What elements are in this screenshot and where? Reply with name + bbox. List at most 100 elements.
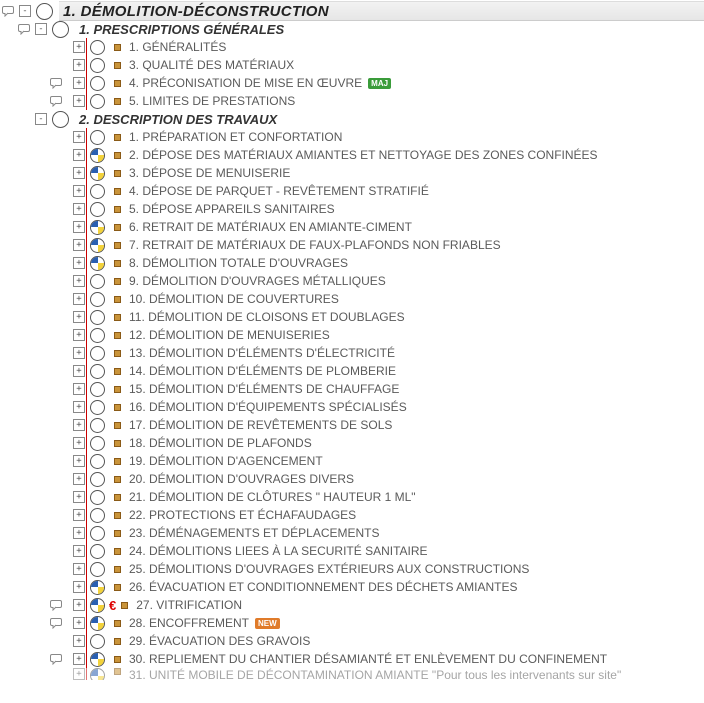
status-circle-icon <box>90 382 105 397</box>
tree-item-row[interactable]: +15. DÉMOLITION D'ÉLÉMENTS DE CHAUFFAGE <box>0 380 704 398</box>
tree-item-row[interactable]: +1. PRÉPARATION ET CONFORTATION <box>0 128 704 146</box>
bullet-icon <box>114 494 121 501</box>
tree-item-row[interactable]: +5. LIMITES DE PRESTATIONS <box>0 92 704 110</box>
tree-item-row[interactable]: +11. DÉMOLITION DE CLOISONS ET DOUBLAGES <box>0 308 704 326</box>
tree-item-row[interactable]: +14. DÉMOLITION D'ÉLÉMENTS DE PLOMBERIE <box>0 362 704 380</box>
expand-toggle[interactable]: + <box>73 491 85 503</box>
tree-item-row[interactable]: +29. ÉVACUATION DES GRAVOIS <box>0 632 704 650</box>
expand-toggle[interactable]: + <box>73 257 85 269</box>
tree-item-row[interactable]: +5. DÉPOSE APPAREILS SANITAIRES <box>0 200 704 218</box>
expand-toggle[interactable]: + <box>73 635 85 647</box>
item-title: 5. DÉPOSE APPAREILS SANITAIRES <box>125 202 335 216</box>
comment-icon[interactable] <box>48 76 64 90</box>
expand-toggle[interactable]: + <box>73 185 85 197</box>
expand-toggle[interactable]: + <box>73 329 85 341</box>
bullet-icon <box>114 296 121 303</box>
expand-toggle[interactable]: + <box>73 221 85 233</box>
expand-toggle[interactable]: + <box>73 293 85 305</box>
comment-icon[interactable] <box>16 22 32 36</box>
item-title: 8. DÉMOLITION TOTALE D'OUVRAGES <box>125 256 348 270</box>
tree-item-row[interactable]: +6. RETRAIT DE MATÉRIAUX EN AMIANTE-CIME… <box>0 218 704 236</box>
item-title: 1. GÉNÉRALITÉS <box>125 40 226 54</box>
tree-item-row[interactable]: +7. RETRAIT DE MATÉRIAUX DE FAUX-PLAFOND… <box>0 236 704 254</box>
expand-toggle[interactable]: + <box>73 668 85 680</box>
tree-item-row[interactable]: +2. DÉPOSE DES MATÉRIAUX AMIANTES ET NET… <box>0 146 704 164</box>
tree-item-row[interactable]: +28. ENCOFFREMENTNEW <box>0 614 704 632</box>
tree-item-row[interactable]: +18. DÉMOLITION DE PLAFONDS <box>0 434 704 452</box>
tree-section-row[interactable]: -2. DESCRIPTION DES TRAVAUX <box>0 110 704 128</box>
tree-item-row[interactable]: +16. DÉMOLITION D'ÉQUIPEMENTS SPÉCIALISÉ… <box>0 398 704 416</box>
tree-item-row[interactable]: +26. ÉVACUATION ET CONDITIONNEMENT DES D… <box>0 578 704 596</box>
expand-toggle[interactable]: + <box>73 419 85 431</box>
item-title: 24. DÉMOLITIONS LIEES À LA SECURITÉ SANI… <box>125 544 428 558</box>
tree-item-row[interactable]: +19. DÉMOLITION D'AGENCEMENT <box>0 452 704 470</box>
expand-toggle[interactable]: + <box>73 563 85 575</box>
tree-root-row[interactable]: -1. DÉMOLITION-DÉCONSTRUCTION <box>0 2 704 20</box>
tree-item-row[interactable]: +13. DÉMOLITION D'ÉLÉMENTS D'ÉLECTRICITÉ <box>0 344 704 362</box>
status-circle-icon <box>52 111 69 128</box>
expand-toggle[interactable]: - <box>19 5 31 17</box>
tree-item-row[interactable]: +22. PROTECTIONS ET ÉCHAFAUDAGES <box>0 506 704 524</box>
tree-item-row[interactable]: +23. DÉMÉNAGEMENTS ET DÉPLACEMENTS <box>0 524 704 542</box>
expand-toggle[interactable]: + <box>73 149 85 161</box>
expand-toggle[interactable]: - <box>35 113 47 125</box>
comment-icon[interactable] <box>0 4 16 18</box>
expand-toggle[interactable]: + <box>73 527 85 539</box>
expand-toggle[interactable]: + <box>73 653 85 665</box>
tree-item-row[interactable]: +€27. VITRIFICATION <box>0 596 704 614</box>
expand-toggle[interactable]: + <box>73 203 85 215</box>
expand-toggle[interactable]: + <box>73 131 85 143</box>
expand-toggle[interactable]: + <box>73 95 85 107</box>
expand-toggle[interactable]: - <box>35 23 47 35</box>
tree-section-row[interactable]: -1. PRESCRIPTIONS GÉNÉRALES <box>0 20 704 38</box>
expand-toggle[interactable]: + <box>73 167 85 179</box>
expand-toggle[interactable]: + <box>73 599 85 611</box>
tree-item-row[interactable]: +4. PRÉCONISATION DE MISE EN ŒUVREMAJ <box>0 74 704 92</box>
status-circle-icon <box>90 436 105 451</box>
tree-item-row[interactable]: +25. DÉMOLITIONS D'OUVRAGES EXTÉRIEURS A… <box>0 560 704 578</box>
tree-item-row[interactable]: +10. DÉMOLITION DE COUVERTURES <box>0 290 704 308</box>
expand-toggle[interactable]: + <box>73 347 85 359</box>
status-circle-icon <box>90 400 105 415</box>
comment-icon[interactable] <box>48 94 64 108</box>
new-badge: NEW <box>255 618 280 629</box>
status-circle-icon <box>90 40 105 55</box>
expand-toggle[interactable]: + <box>73 581 85 593</box>
maj-badge: MAJ <box>368 78 391 89</box>
expand-toggle[interactable]: + <box>73 383 85 395</box>
tree-item-row[interactable]: +20. DÉMOLITION D'OUVRAGES DIVERS <box>0 470 704 488</box>
tree-item-row[interactable]: +31. UNITÉ MOBILE DE DÉCONTAMINATION AMI… <box>0 668 704 680</box>
item-title: 19. DÉMOLITION D'AGENCEMENT <box>125 454 323 468</box>
tree-item-row[interactable]: +1. GÉNÉRALITÉS <box>0 38 704 56</box>
expand-toggle[interactable]: + <box>73 473 85 485</box>
tree-item-row[interactable]: +9. DÉMOLITION D'OUVRAGES MÉTALLIQUES <box>0 272 704 290</box>
expand-toggle[interactable]: + <box>73 509 85 521</box>
expand-toggle[interactable]: + <box>73 365 85 377</box>
expand-toggle[interactable]: + <box>73 77 85 89</box>
comment-icon[interactable] <box>48 616 64 630</box>
tree-item-row[interactable]: +12. DÉMOLITION DE MENUISERIES <box>0 326 704 344</box>
tree-item-row[interactable]: +4. DÉPOSE DE PARQUET - REVÊTEMENT STRAT… <box>0 182 704 200</box>
expand-toggle[interactable]: + <box>73 437 85 449</box>
comment-icon[interactable] <box>48 598 64 612</box>
tree-item-row[interactable]: +21. DÉMOLITION DE CLÔTURES " HAUTEUR 1 … <box>0 488 704 506</box>
tree-item-row[interactable]: +3. DÉPOSE DE MENUISERIE <box>0 164 704 182</box>
expand-toggle[interactable]: + <box>73 545 85 557</box>
tree-item-row[interactable]: +30. REPLIEMENT DU CHANTIER DÉSAMIANTÉ E… <box>0 650 704 668</box>
expand-toggle[interactable]: + <box>73 59 85 71</box>
expand-toggle[interactable]: + <box>73 239 85 251</box>
tree-item-row[interactable]: +3. QUALITÉ DES MATÉRIAUX <box>0 56 704 74</box>
status-circle-icon <box>90 598 105 613</box>
expand-toggle[interactable]: + <box>73 275 85 287</box>
expand-toggle[interactable]: + <box>73 455 85 467</box>
expand-toggle[interactable]: + <box>73 401 85 413</box>
expand-toggle[interactable]: + <box>73 617 85 629</box>
expand-toggle[interactable]: + <box>73 311 85 323</box>
comment-icon[interactable] <box>48 652 64 666</box>
expand-toggle[interactable]: + <box>73 41 85 53</box>
tree-item-row[interactable]: +24. DÉMOLITIONS LIEES À LA SECURITÉ SAN… <box>0 542 704 560</box>
bullet-icon <box>114 458 121 465</box>
tree-item-row[interactable]: +8. DÉMOLITION TOTALE D'OUVRAGES <box>0 254 704 272</box>
item-title: 6. RETRAIT DE MATÉRIAUX EN AMIANTE-CIMEN… <box>125 220 412 234</box>
tree-item-row[interactable]: +17. DÉMOLITION DE REVÊTEMENTS DE SOLS <box>0 416 704 434</box>
